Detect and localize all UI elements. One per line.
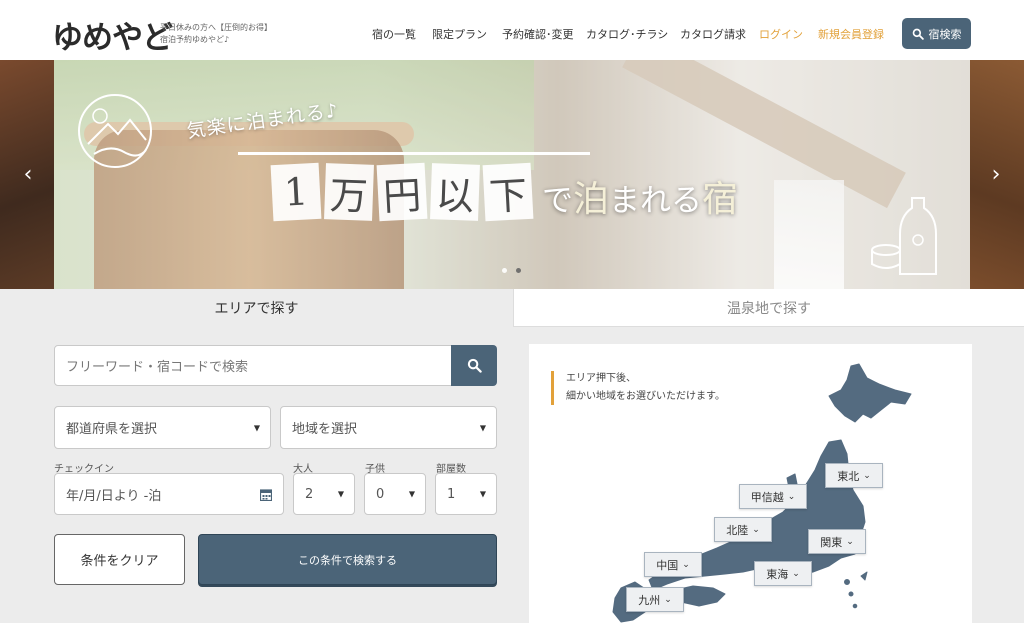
- checkin-date-value: 年/月/日より -泊: [66, 488, 162, 504]
- keyword-search-button[interactable]: [451, 345, 497, 386]
- tab-search-by-area[interactable]: エリアで探す: [0, 289, 513, 327]
- slogan-tail-part: まれる: [609, 183, 703, 219]
- slogan-tail-part: で: [542, 183, 573, 219]
- region-label: 甲信越: [750, 490, 784, 504]
- region-kyushu-button[interactable]: 九州 ⌄: [626, 587, 684, 612]
- slogan-card: 1: [270, 162, 322, 222]
- slogan-card: 円: [376, 162, 428, 222]
- mountain-emblem-icon: [78, 94, 152, 168]
- region-tokai-button[interactable]: 東海 ⌄: [754, 561, 812, 586]
- tab-search-by-onsen[interactable]: 温泉地で探す: [513, 289, 1024, 327]
- region-select[interactable]: 地域を選択 ▼: [280, 406, 497, 449]
- region-label: 東海: [766, 567, 789, 581]
- adults-select-value: 2: [305, 486, 314, 502]
- chevron-down-icon: ⌄: [752, 524, 760, 535]
- chevron-down-icon: ⌄: [664, 594, 672, 605]
- chevron-down-icon: ⌄: [792, 568, 800, 579]
- search-with-conditions-button[interactable]: この条件で検索する: [198, 534, 497, 585]
- nav-register[interactable]: 新規会員登録: [818, 26, 884, 42]
- region-label: 東北: [837, 469, 860, 483]
- region-label: 関東: [820, 535, 843, 549]
- chevron-down-icon: ⌄: [787, 491, 796, 502]
- region-select-value: 地域を選択: [292, 422, 358, 437]
- slogan-card: 万: [324, 163, 374, 221]
- slogan-tail-big: 宿: [702, 179, 739, 220]
- prefecture-select[interactable]: 都道府県を選択 ▼: [54, 406, 271, 449]
- slider-dot[interactable]: [502, 268, 507, 273]
- clear-conditions-button[interactable]: 条件をクリア: [54, 534, 185, 585]
- keyword-search-input[interactable]: フリーワード・宿コードで検索: [54, 345, 452, 386]
- caret-down-icon: ▼: [253, 423, 260, 432]
- slider-dot-active[interactable]: [516, 268, 521, 273]
- region-chugoku-button[interactable]: 中国 ⌄: [644, 552, 702, 577]
- map-hokkaido: [828, 363, 912, 423]
- tagline-line-2: 宿泊予約ゆめやど♪: [160, 35, 230, 44]
- region-label: 九州: [638, 593, 661, 607]
- nav-login[interactable]: ログイン: [759, 26, 803, 42]
- nav-limited-plans[interactable]: 限定プラン: [432, 26, 487, 42]
- prefecture-select-value: 都道府県を選択: [66, 422, 158, 437]
- rooms-select[interactable]: 1 ▼: [435, 473, 497, 515]
- site-header: ゆめやど 平日休みの方へ【圧倒的お得】 宿泊予約ゆめやど♪ 宿の一覧 限定プラン…: [0, 0, 1024, 60]
- site-logo[interactable]: ゆめやど: [52, 12, 173, 57]
- region-tohoku-button[interactable]: 東北 ⌄: [825, 463, 883, 488]
- chevron-down-icon: ⌄: [863, 470, 871, 481]
- chevron-down-icon: ⌄: [846, 536, 854, 547]
- nav-catalog-flyer[interactable]: カタログ･チラシ: [586, 26, 668, 42]
- nav-inn-list[interactable]: 宿の一覧: [372, 26, 416, 42]
- region-label: 中国: [656, 558, 679, 572]
- caret-down-icon: ▼: [408, 489, 415, 499]
- checkin-date-field[interactable]: 年/月/日より -泊: [54, 473, 284, 515]
- region-hokuriku-button[interactable]: 北陸 ⌄: [714, 517, 772, 542]
- tagline-line-1: 平日休みの方へ【圧倒的お得】: [160, 23, 272, 32]
- children-select[interactable]: 0 ▼: [364, 473, 426, 515]
- calendar-icon: [260, 489, 272, 501]
- search-icon: [467, 358, 482, 373]
- caret-down-icon: ▼: [479, 489, 486, 499]
- hero-banner[interactable]: 気楽に泊まれる♪ 1 万 円 以 下 で泊まれる宿: [54, 60, 970, 289]
- chevron-down-icon: ⌄: [682, 559, 690, 570]
- tagline: 平日休みの方へ【圧倒的お得】 宿泊予約ゆめやど♪: [160, 22, 272, 46]
- slogan-cards: 1 万 円 以 下: [270, 162, 534, 222]
- prev-slide-arrow[interactable]: ‹: [18, 162, 38, 187]
- next-slide-arrow[interactable]: ›: [986, 162, 1006, 187]
- slogan-rule: [238, 152, 590, 155]
- slider-dots: [502, 268, 521, 273]
- inn-search-label: 宿検索: [928, 27, 962, 41]
- children-select-value: 0: [376, 486, 385, 502]
- caret-down-icon: ▼: [479, 423, 486, 432]
- region-kanto-button[interactable]: 関東 ⌄: [808, 529, 866, 554]
- hero-slogan-tail: で泊まれる宿: [542, 170, 738, 222]
- sake-set-icon: [871, 197, 937, 275]
- adults-select[interactable]: 2 ▼: [293, 473, 355, 515]
- region-koshinetsu-button[interactable]: 甲信越 ⌄: [739, 484, 807, 509]
- slogan-card: 下: [482, 162, 534, 222]
- nav-reservation-check[interactable]: 予約確認･変更: [502, 26, 574, 42]
- slogan-card: 以: [430, 163, 480, 221]
- inn-search-button[interactable]: 宿検索: [902, 18, 971, 49]
- rooms-select-value: 1: [447, 486, 456, 502]
- region-label: 北陸: [726, 523, 749, 537]
- slogan-tail-big: 泊: [573, 179, 610, 220]
- nav-catalog-request[interactable]: カタログ請求: [680, 26, 746, 42]
- hero-slider: 気楽に泊まれる♪ 1 万 円 以 下 で泊まれる宿 ‹ ›: [0, 60, 1024, 289]
- caret-down-icon: ▼: [337, 489, 344, 499]
- search-icon: [912, 28, 924, 40]
